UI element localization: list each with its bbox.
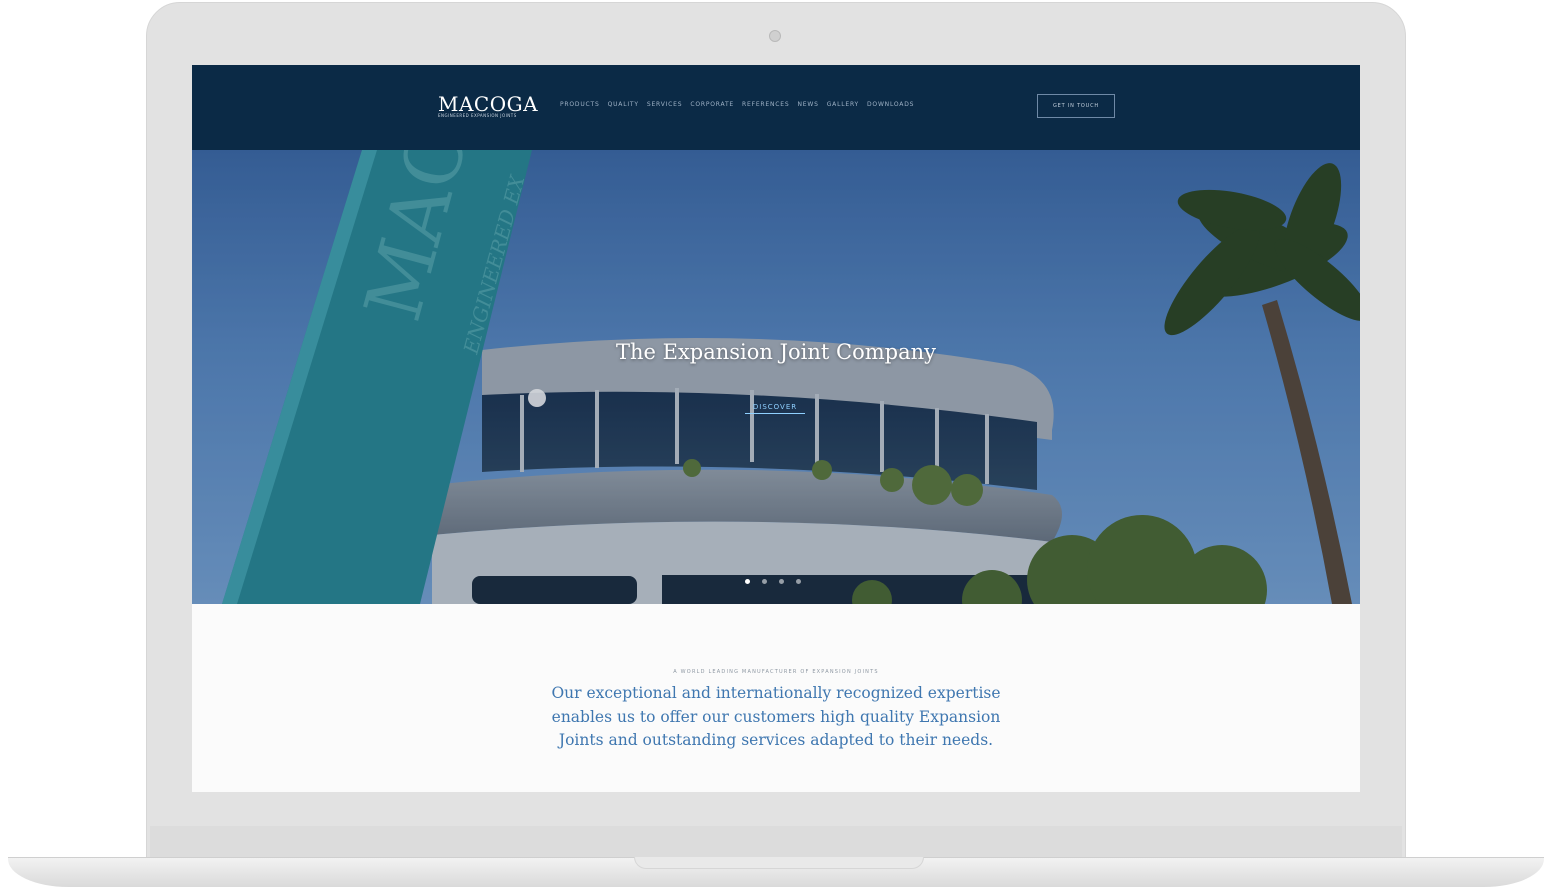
slider-dots xyxy=(745,579,801,584)
intro-eyebrow: A world leading manufacturer of expansio… xyxy=(673,669,879,675)
laptop-notch xyxy=(634,857,924,869)
hero-image: MAC ENGINEERED EX xyxy=(192,150,1360,604)
nav-item-news[interactable]: News xyxy=(797,101,818,108)
hero-title: The Expansion Joint Company xyxy=(615,340,937,364)
site-header: MACOGA ENGINEERED EXPANSION JOINTS Produ… xyxy=(192,65,1360,150)
nav-item-services[interactable]: Services xyxy=(647,101,683,108)
slider-dot-2[interactable] xyxy=(762,579,767,584)
nav-item-products[interactable]: Products xyxy=(560,101,600,108)
nav-item-references[interactable]: References xyxy=(742,101,789,108)
slider-dot-1[interactable] xyxy=(745,579,750,584)
camera-icon xyxy=(769,30,781,42)
laptop-chin xyxy=(150,826,1402,860)
main-nav: Products Quality Services Corporate Refe… xyxy=(560,101,914,108)
discover-link[interactable]: Discover xyxy=(745,403,805,414)
slider-dot-3[interactable] xyxy=(779,579,784,584)
hero-slider: MAC ENGINEERED EX The Expansion Joint Co… xyxy=(192,150,1360,604)
intro-paragraph: Our exceptional and internationally reco… xyxy=(551,684,1001,749)
laptop-screen: MACOGA ENGINEERED EXPANSION JOINTS Produ… xyxy=(192,65,1360,792)
logo-tagline: ENGINEERED EXPANSION JOINTS xyxy=(438,113,517,118)
nav-item-quality[interactable]: Quality xyxy=(608,101,639,108)
nav-item-downloads[interactable]: Downloads xyxy=(867,101,914,108)
slider-dot-4[interactable] xyxy=(796,579,801,584)
nav-item-gallery[interactable]: Gallery xyxy=(827,101,859,108)
get-in-touch-button[interactable]: Get in touch xyxy=(1037,94,1115,118)
nav-item-corporate[interactable]: Corporate xyxy=(690,101,734,108)
